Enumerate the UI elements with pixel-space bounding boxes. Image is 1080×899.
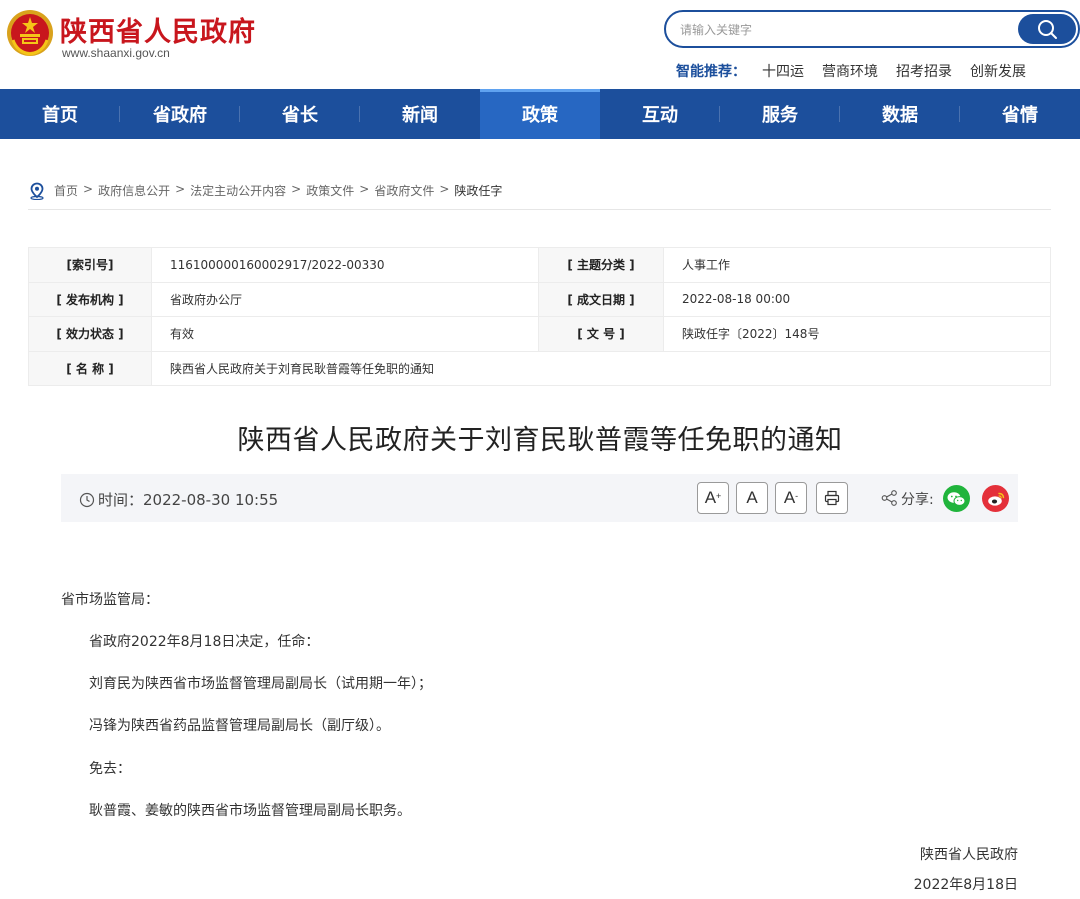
search-button[interactable] [1018, 14, 1076, 44]
minus-icon: - [795, 491, 799, 501]
meta-value-index: 116100000160002917/2022-00330 [151, 247, 539, 283]
nav-item-policy[interactable]: 政策 [480, 89, 600, 139]
nav-item-label: 互动 [642, 105, 678, 126]
meta-value-issuer: 省政府办公厅 [151, 281, 539, 317]
font-larger-label: A [704, 488, 717, 507]
nav-item-label: 服务 [762, 105, 798, 126]
font-smaller-label: A [783, 488, 796, 507]
signature-date: 2022年8月18日 [913, 877, 1018, 893]
main-nav: 首页 省政府 省长 新闻 政策 互动 服务 数据 省情 [0, 89, 1080, 139]
nav-item-label: 省长 [282, 105, 318, 126]
print-icon [824, 490, 840, 506]
breadcrumb-item[interactable]: 首页 [54, 182, 78, 199]
wechat-icon [947, 491, 966, 506]
breadcrumb-separator: > [83, 182, 94, 196]
meta-label-issuer: [ 发布机构 ] [28, 281, 152, 317]
nav-item-label: 省政府 [153, 105, 207, 126]
recommend-link[interactable]: 营商环境 [822, 61, 878, 81]
meta-label-name: [ 名 称 ] [28, 350, 152, 386]
nav-item-label: 省情 [1002, 105, 1038, 126]
body-paragraph: 耿普霞、姜敏的陕西省市场监督管理局副局长职务。 [89, 803, 411, 819]
recommend-label: 智能推荐： [676, 64, 746, 80]
print-button[interactable] [816, 482, 848, 514]
body-paragraph: 免去： [89, 761, 131, 777]
site-header: 陕西省人民政府 www.shaanxi.gov.cn 智能推荐： 十四运 营商环… [0, 0, 1080, 89]
font-normal-button[interactable]: A [736, 482, 768, 514]
signature: 陕西省人民政府 [920, 847, 1018, 863]
recommend-link[interactable]: 十四运 [762, 61, 804, 81]
share-icon [881, 490, 897, 506]
search-icon [1038, 20, 1057, 39]
breadcrumb-separator: > [439, 182, 450, 196]
breadcrumb-separator: > [359, 182, 370, 196]
nav-item-label: 数据 [882, 105, 918, 126]
clock-icon [79, 492, 95, 507]
nav-item-label: 政策 [522, 105, 558, 126]
font-normal-label: A [746, 488, 758, 507]
meta-value-docno: 陕政任字〔2022〕148号 [663, 316, 1051, 352]
table-row: [ 名 称 ] 陕西省人民政府关于刘育民耿普霞等任免职的通知 [28, 350, 1051, 386]
recommend-link[interactable]: 创新发展 [970, 61, 1026, 81]
plus-icon: + [716, 491, 722, 501]
meta-label-status: [ 效力状态 ] [28, 316, 152, 352]
meta-value-date: 2022-08-18 00:00 [663, 281, 1051, 317]
breadcrumb-separator: > [175, 182, 186, 196]
table-row: [索引号] 116100000160002917/2022-00330 [ 主题… [28, 247, 1051, 283]
site-url: www.shaanxi.gov.cn [62, 46, 170, 60]
nav-item-interaction[interactable]: 互动 [600, 89, 720, 139]
nav-item-province[interactable]: 省情 [960, 89, 1080, 139]
breadcrumb-separator: > [291, 182, 302, 196]
breadcrumb-item[interactable]: 法定主动公开内容 [190, 182, 286, 199]
breadcrumb-item[interactable]: 政策文件 [306, 182, 354, 199]
font-larger-button[interactable]: A + [697, 482, 729, 514]
site-title[interactable]: 陕西省人民政府 [60, 10, 256, 49]
font-smaller-button[interactable]: A- [775, 482, 807, 514]
search-input[interactable] [680, 20, 1000, 40]
breadcrumb-item[interactable]: 政府信息公开 [98, 182, 170, 199]
weibo-icon [987, 492, 1004, 506]
meta-label-index: [索引号] [28, 247, 152, 283]
body-paragraph: 省政府2022年8月18日决定，任命： [89, 634, 320, 650]
recipient-line: 省市场监管局： [61, 592, 159, 608]
meta-label-date: [ 成文日期 ] [538, 281, 664, 317]
nav-item-governor[interactable]: 省长 [240, 89, 360, 139]
nav-item-service[interactable]: 服务 [720, 89, 840, 139]
breadcrumb-current: 陕政任字 [454, 184, 503, 198]
breadcrumb-item[interactable]: 省政府文件 [374, 182, 434, 199]
meta-label-docno: [ 文 号 ] [538, 316, 664, 352]
meta-value-topic: 人事工作 [663, 247, 1051, 283]
article-title: 陕西省人民政府关于刘育民耿普霞等任免职的通知 [237, 425, 843, 456]
search-box [664, 10, 1080, 48]
publish-time: 时间：2022-08-30 10:55 [79, 489, 278, 510]
meta-value-name: 陕西省人民政府关于刘育民耿普霞等任免职的通知 [151, 350, 1051, 386]
article-toolbar: 时间：2022-08-30 10:55 A + A A- 分享: [61, 474, 1018, 522]
document-meta-table: [索引号] 116100000160002917/2022-00330 [ 主题… [28, 247, 1051, 386]
national-emblem-icon[interactable] [5, 8, 55, 58]
smart-recommend: 智能推荐： 十四运 营商环境 招考招录 创新发展 [676, 61, 1044, 81]
nav-item-label: 首页 [42, 105, 78, 126]
breadcrumb: 首页 > 政府信息公开 > 法定主动公开内容 > 政策文件 > 省政府文件 > … [28, 182, 1051, 210]
body-paragraph: 冯锋为陕西省药品监督管理局副局长（副厅级）。 [89, 718, 390, 734]
table-row: [ 发布机构 ] 省政府办公厅 [ 成文日期 ] 2022-08-18 00:0… [28, 281, 1051, 317]
share-label: 分享: [901, 492, 934, 508]
nav-item-news[interactable]: 新闻 [360, 89, 480, 139]
table-row: [ 效力状态 ] 有效 [ 文 号 ] 陕政任字〔2022〕148号 [28, 316, 1051, 352]
wechat-share-button[interactable] [943, 485, 970, 512]
recommend-link[interactable]: 招考招录 [896, 61, 952, 81]
nav-item-label: 新闻 [402, 105, 438, 126]
nav-item-data[interactable]: 数据 [840, 89, 960, 139]
weibo-share-button[interactable] [982, 485, 1009, 512]
nav-item-government[interactable]: 省政府 [120, 89, 240, 139]
location-pin-icon [30, 182, 44, 200]
body-paragraph: 刘育民为陕西省市场监督管理局副局长（试用期一年）； [89, 676, 432, 692]
meta-value-status: 有效 [151, 316, 539, 352]
meta-label-topic: [ 主题分类 ] [538, 247, 664, 283]
publish-time-text: 时间：2022-08-30 10:55 [98, 491, 279, 509]
nav-item-home[interactable]: 首页 [0, 89, 120, 139]
